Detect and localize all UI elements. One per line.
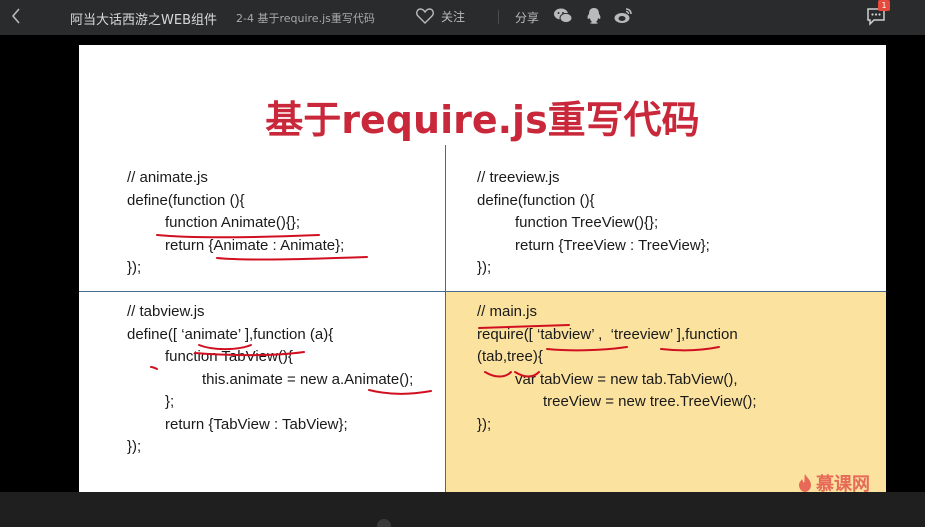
- qq-icon[interactable]: [584, 6, 604, 26]
- logo-text: 慕课网: [816, 474, 870, 492]
- back-icon[interactable]: [8, 6, 24, 26]
- share-label: 分享: [515, 11, 540, 25]
- follow-button[interactable]: 关注: [415, 6, 465, 26]
- mooc-logo: 慕课网: [797, 470, 870, 492]
- message-badge: 1: [878, 0, 890, 11]
- progress-handle[interactable]: [377, 519, 391, 527]
- course-title: 阿当大话西游之WEB组件: [70, 13, 217, 28]
- player-topbar: 阿当大话西游之WEB组件 2-4 基于require.js重写代码 关注 分享 …: [0, 0, 925, 35]
- wechat-icon[interactable]: [553, 6, 573, 26]
- flame-icon: [799, 474, 811, 492]
- video-stage[interactable]: 基于require.js重写代码 // animate.js define(fu…: [0, 35, 925, 527]
- slide: 基于require.js重写代码 // animate.js define(fu…: [79, 45, 886, 492]
- annotation-underlines: [150, 234, 720, 395]
- heart-icon: [416, 8, 434, 24]
- follow-label: 关注: [441, 9, 466, 24]
- divider: [498, 10, 499, 24]
- lesson-title: 2-4 基于require.js重写代码: [236, 12, 375, 25]
- weibo-icon[interactable]: [613, 6, 633, 26]
